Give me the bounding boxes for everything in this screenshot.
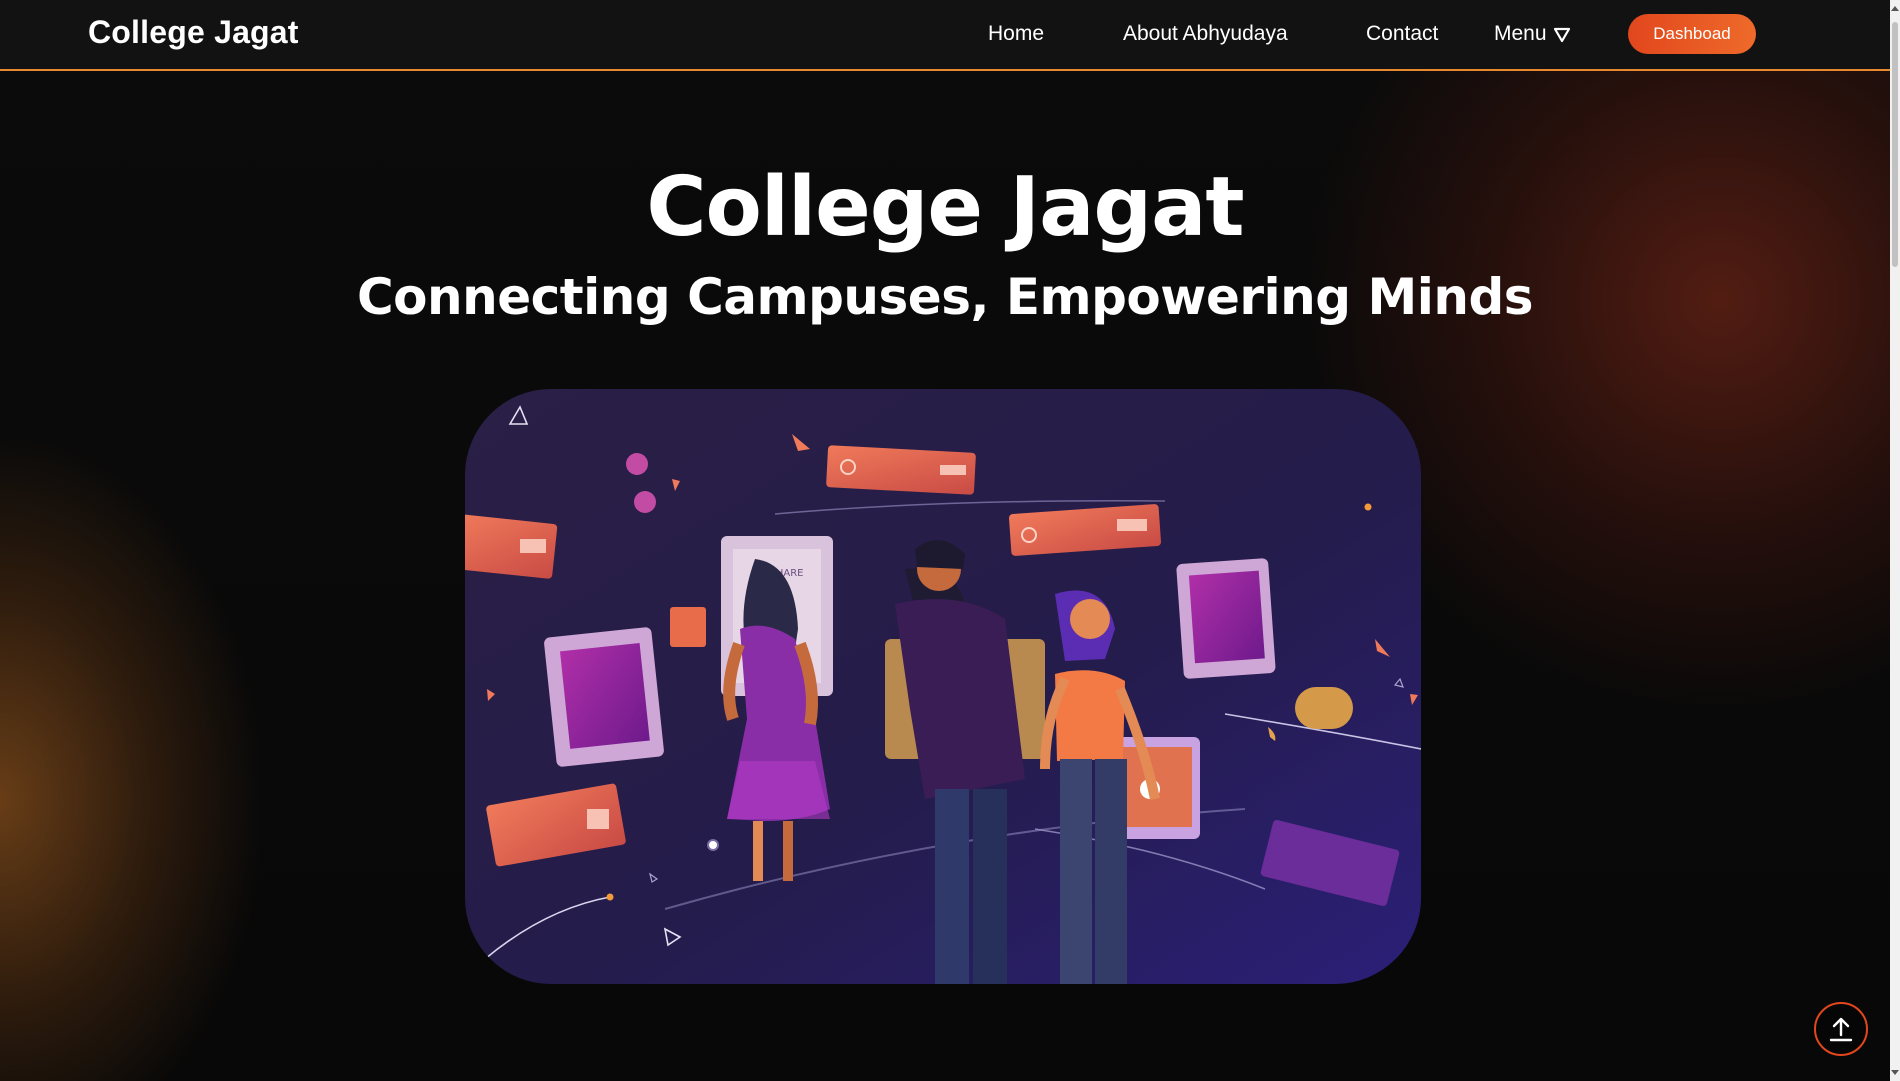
scroll-thumb[interactable] bbox=[1892, 22, 1898, 267]
scroll-down-arrow-icon[interactable] bbox=[1891, 1070, 1899, 1075]
nav-menu[interactable]: Menu bbox=[1494, 22, 1571, 46]
dashboard-button[interactable]: Dashboad bbox=[1628, 14, 1756, 54]
triangle-down-icon bbox=[1553, 27, 1570, 42]
nav-about[interactable]: About Abhyudaya bbox=[1123, 22, 1288, 46]
hero-title: College Jagat bbox=[646, 160, 1244, 255]
hero-illustration: AIP SHARE bbox=[465, 389, 1421, 984]
page-scrollbar[interactable] bbox=[1890, 0, 1900, 1081]
hero-subtitle: Connecting Campuses, Empowering Minds bbox=[356, 268, 1534, 326]
navbar: College Jagat Home About Abhyudaya Conta… bbox=[0, 0, 1890, 71]
nav-home[interactable]: Home bbox=[988, 22, 1044, 46]
scroll-up-arrow-icon[interactable] bbox=[1891, 6, 1899, 11]
page: College Jagat Home About Abhyudaya Conta… bbox=[0, 0, 1900, 1081]
back-to-top-button[interactable] bbox=[1814, 1002, 1868, 1056]
arrow-up-icon bbox=[1829, 1017, 1853, 1042]
nav-contact[interactable]: Contact bbox=[1366, 22, 1438, 46]
brand-logo[interactable]: College Jagat bbox=[88, 14, 299, 51]
nav-menu-label: Menu bbox=[1494, 22, 1547, 45]
